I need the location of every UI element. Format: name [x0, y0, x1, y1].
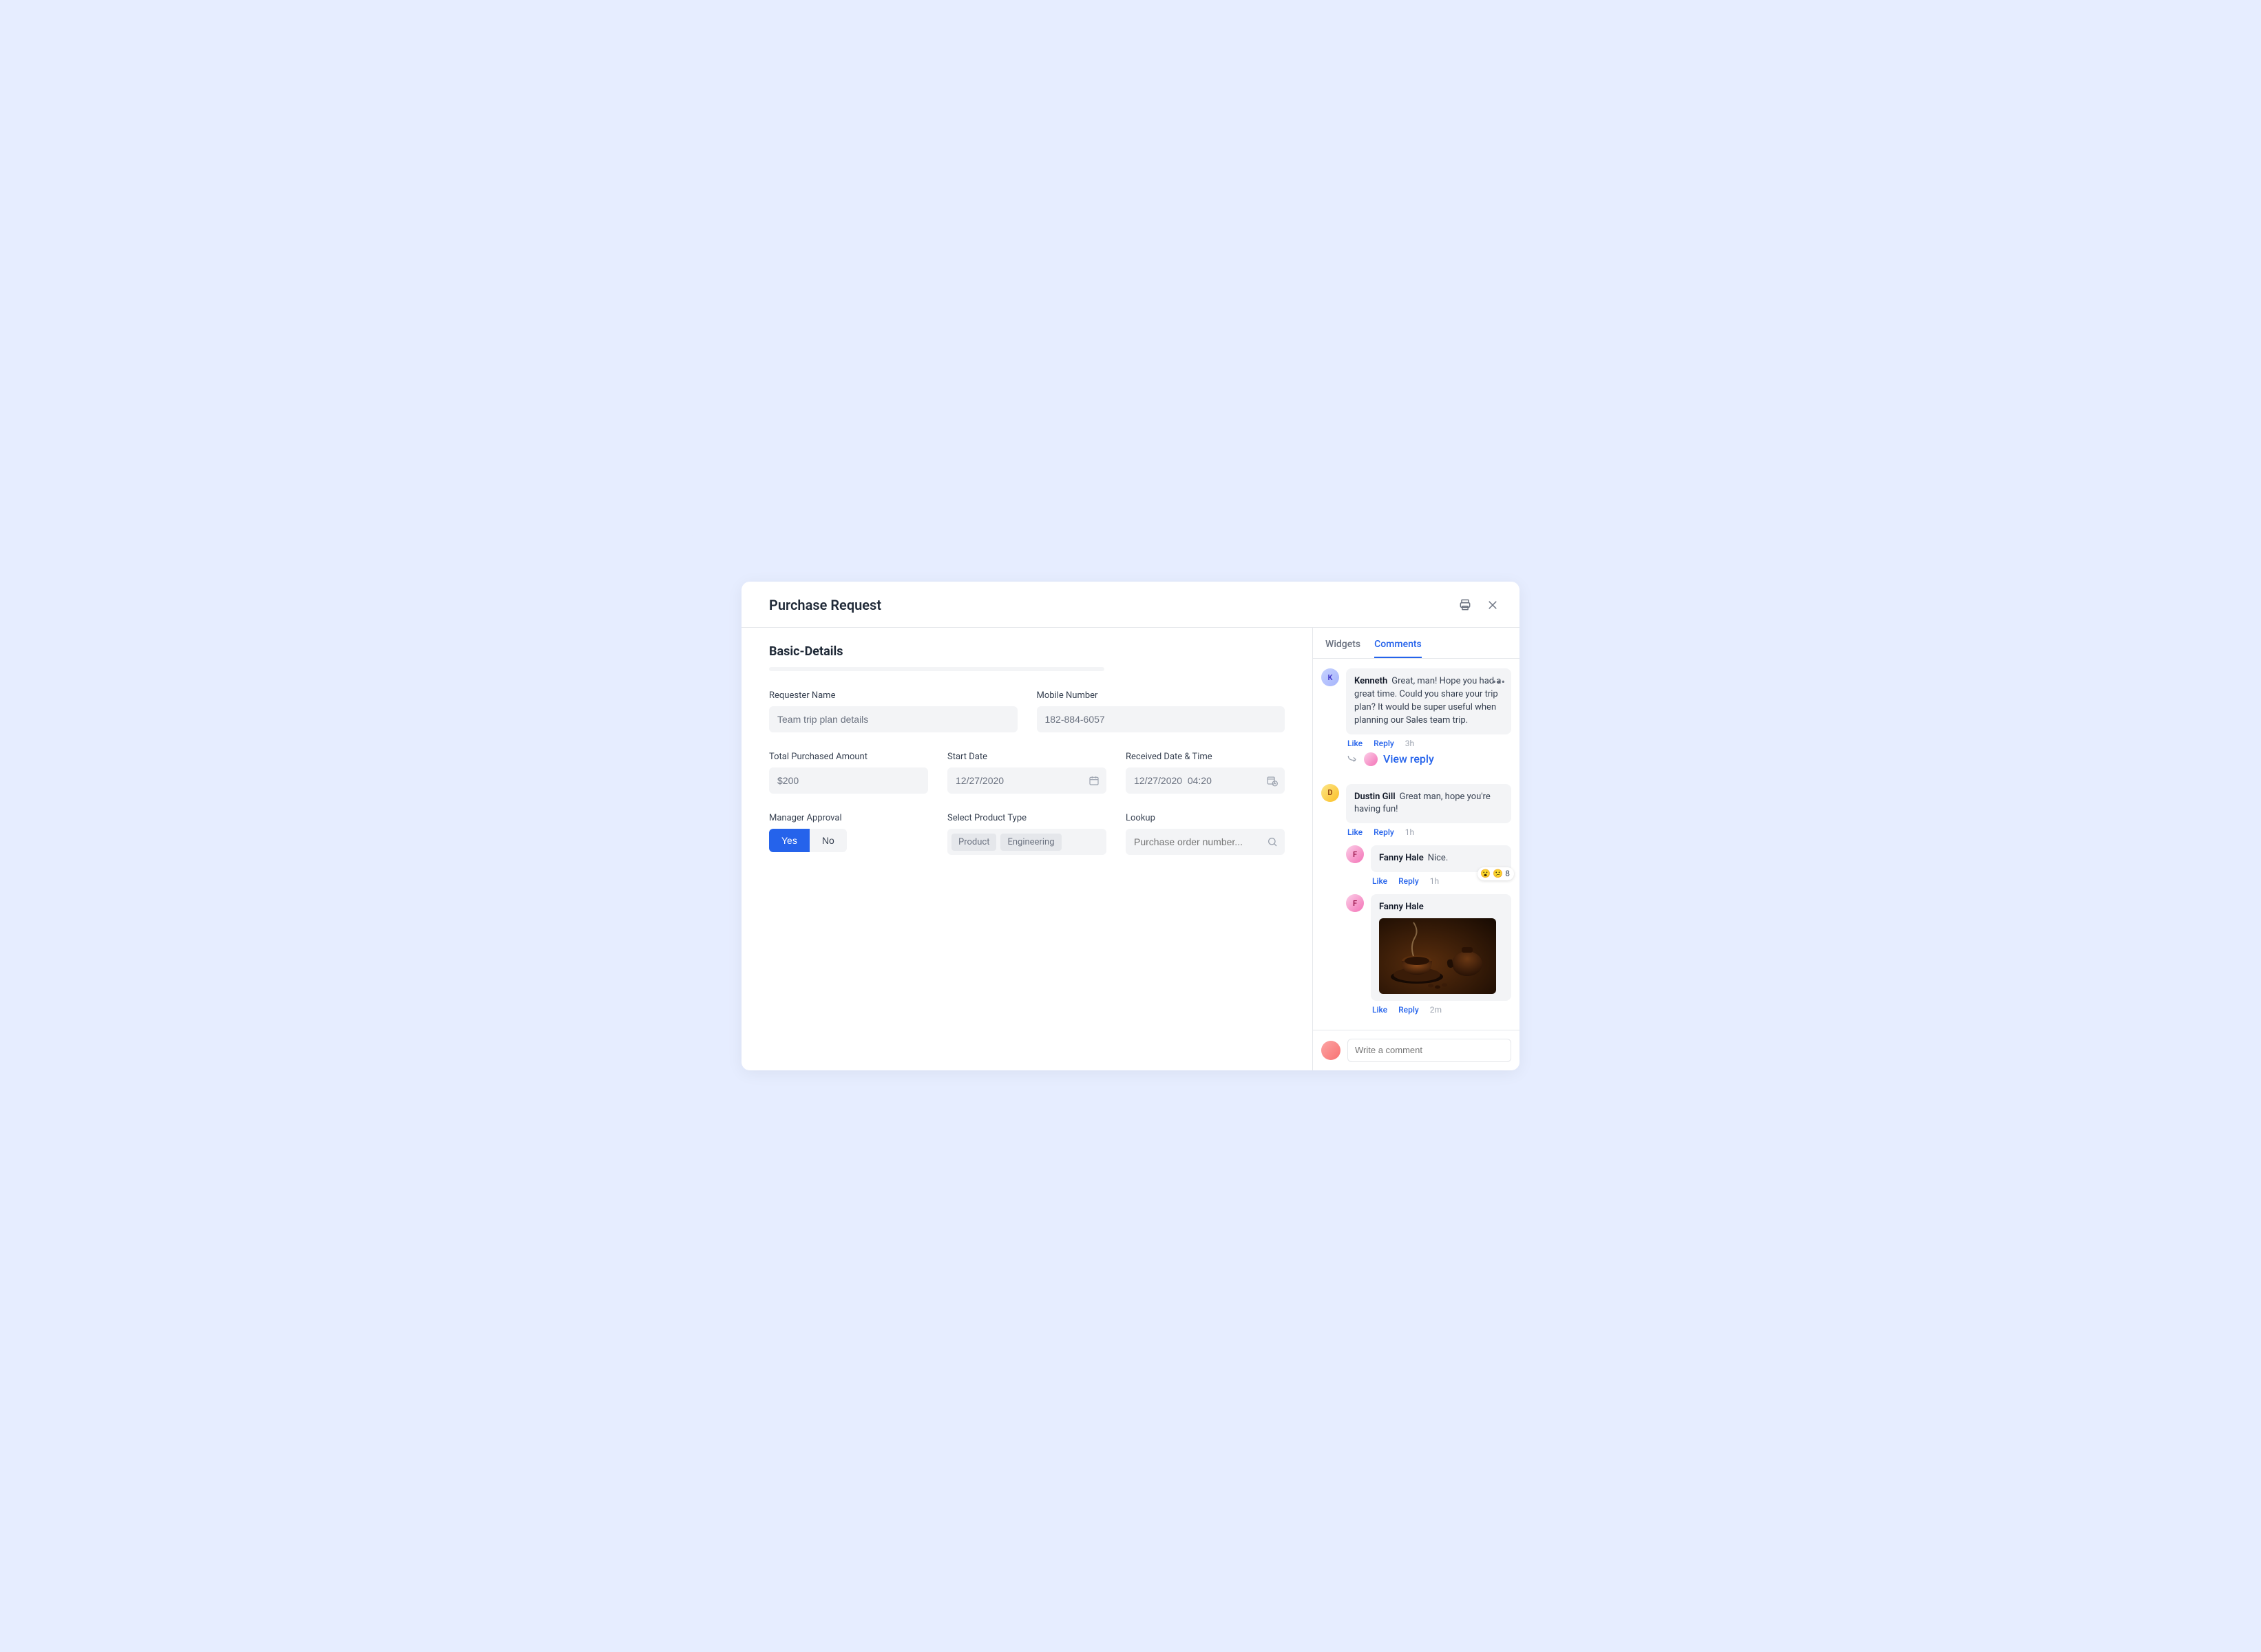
side-pane: Widgets Comments K KennethGreat, man! Ho… — [1313, 628, 1519, 1070]
reply-link[interactable]: Reply — [1398, 876, 1419, 886]
side-tabs: Widgets Comments — [1313, 628, 1519, 659]
mobile-number-label: Mobile Number — [1037, 690, 1285, 701]
comment-time: 2m — [1430, 1005, 1442, 1015]
comment-author: Fanny Hale — [1379, 902, 1424, 912]
reaction-emoji-sad: 😕 — [1493, 868, 1503, 880]
form-grid: Requester Name Mobile Number Total Purch… — [769, 690, 1285, 855]
like-link[interactable]: Like — [1372, 1005, 1387, 1015]
product-type-chips[interactable]: Product Engineering — [947, 829, 1106, 855]
avatar — [1364, 752, 1378, 766]
comment-bubble: Fanny HaleNice. 😮 😕 8 — [1371, 845, 1511, 872]
calendar-icon[interactable] — [1089, 775, 1100, 786]
manager-approval-no[interactable]: No — [810, 829, 847, 852]
backdrop: Purchase Request Basic-Details Requester… — [686, 527, 1575, 1125]
calendar-clock-icon[interactable] — [1266, 775, 1278, 787]
requester-name-label: Requester Name — [769, 690, 1018, 701]
reaction-emoji-surprised: 😮 — [1480, 868, 1491, 880]
product-type-label: Select Product Type — [947, 813, 1106, 823]
comment-time: 1h — [1430, 876, 1439, 886]
like-link[interactable]: Like — [1347, 739, 1363, 748]
reaction-count: 8 — [1505, 868, 1510, 880]
comment-author: Dustin Gill — [1354, 792, 1396, 802]
dialog-actions — [1458, 597, 1500, 613]
comment-bubble: Fanny Hale — [1371, 894, 1511, 1001]
avatar — [1321, 1041, 1340, 1060]
comment-author: Fanny Hale — [1379, 853, 1424, 863]
reply-link[interactable]: Reply — [1374, 827, 1394, 837]
start-date-input[interactable] — [947, 767, 1106, 794]
chip-product[interactable]: Product — [951, 834, 996, 851]
field-received-date-time: Received Date & Time — [1126, 752, 1285, 794]
total-amount-input[interactable] — [769, 767, 928, 794]
avatar: K — [1321, 668, 1339, 686]
avatar: F — [1346, 894, 1364, 912]
comment-actions: Like Reply 1h — [1346, 827, 1511, 837]
reply-link[interactable]: Reply — [1398, 1005, 1419, 1015]
reaction-cluster[interactable]: 😮 😕 8 — [1477, 867, 1514, 880]
chip-engineering[interactable]: Engineering — [1000, 834, 1061, 851]
comment-composer — [1313, 1030, 1519, 1070]
total-amount-label: Total Purchased Amount — [769, 752, 928, 762]
more-icon[interactable]: ••• — [1493, 674, 1506, 690]
coffee-image-icon — [1379, 918, 1496, 994]
tab-widgets[interactable]: Widgets — [1325, 639, 1360, 658]
view-reply-row: View reply — [1347, 752, 1511, 766]
avatar: D — [1321, 784, 1339, 802]
comment-item: F Fanny Hale Nice. 😮 😕 8 Like — [1346, 845, 1511, 886]
field-product-type: Select Product Type Product Engineering — [947, 813, 1106, 855]
tab-comments[interactable]: Comments — [1374, 639, 1422, 658]
start-date-label: Start Date — [947, 752, 1106, 762]
received-dt-input[interactable] — [1126, 767, 1285, 794]
field-lookup: Lookup — [1126, 813, 1285, 855]
comment-item: K KennethGreat, man! Hope you had a grea… — [1321, 668, 1511, 775]
field-total-amount: Total Purchased Amount — [769, 752, 928, 794]
lookup-label: Lookup — [1126, 813, 1285, 823]
comment-text: Nice. — [1428, 853, 1449, 863]
print-icon — [1458, 598, 1472, 612]
comment-bubble: KennethGreat, man! Hope you had a great … — [1346, 668, 1511, 734]
manager-approval-yes[interactable]: Yes — [769, 829, 810, 852]
comment-item: F Fanny Hale — [1346, 894, 1511, 1015]
mobile-number-input[interactable] — [1037, 706, 1285, 732]
requester-name-input[interactable] — [769, 706, 1018, 732]
manager-approval-toggle: Yes No — [769, 829, 847, 852]
like-link[interactable]: Like — [1372, 876, 1387, 886]
print-button[interactable] — [1458, 597, 1473, 613]
comment-bubble: Dustin GillGreat man, hope you're having… — [1346, 784, 1511, 824]
comment-actions: Like Reply 3h — [1346, 739, 1511, 748]
view-reply-link[interactable]: View reply — [1383, 752, 1434, 765]
dialog-window: Purchase Request Basic-Details Requester… — [742, 582, 1519, 1070]
image-attachment[interactable] — [1379, 918, 1496, 994]
comment-author: Kenneth — [1354, 676, 1387, 686]
reply-link[interactable]: Reply — [1374, 739, 1394, 748]
section-title: Basic-Details — [769, 644, 1285, 659]
field-requester-name: Requester Name — [769, 690, 1018, 732]
comment-time: 3h — [1405, 739, 1414, 748]
progress-bar — [769, 667, 1104, 671]
dialog-header: Purchase Request — [742, 582, 1519, 628]
comment-input[interactable] — [1347, 1039, 1511, 1062]
comments-list: K KennethGreat, man! Hope you had a grea… — [1313, 659, 1519, 1030]
close-icon — [1486, 599, 1499, 611]
comment-actions: Like Reply 2m — [1371, 1005, 1511, 1015]
reply-arrow-icon — [1347, 752, 1358, 765]
close-button[interactable] — [1485, 597, 1500, 613]
dialog-title: Purchase Request — [769, 597, 881, 613]
field-mobile-number: Mobile Number — [1037, 690, 1285, 732]
received-dt-label: Received Date & Time — [1126, 752, 1285, 762]
manager-approval-label: Manager Approval — [769, 813, 928, 823]
main-pane: Basic-Details Requester Name Mobile Numb… — [742, 628, 1313, 1070]
comment-item: D Dustin GillGreat man, hope you're havi… — [1321, 784, 1511, 838]
search-icon[interactable] — [1267, 836, 1278, 847]
field-start-date: Start Date — [947, 752, 1106, 794]
field-manager-approval: Manager Approval Yes No — [769, 813, 928, 855]
lookup-input[interactable] — [1126, 829, 1285, 855]
avatar: F — [1346, 845, 1364, 863]
comment-time: 1h — [1405, 827, 1414, 837]
dialog-body: Basic-Details Requester Name Mobile Numb… — [742, 628, 1519, 1070]
like-link[interactable]: Like — [1347, 827, 1363, 837]
